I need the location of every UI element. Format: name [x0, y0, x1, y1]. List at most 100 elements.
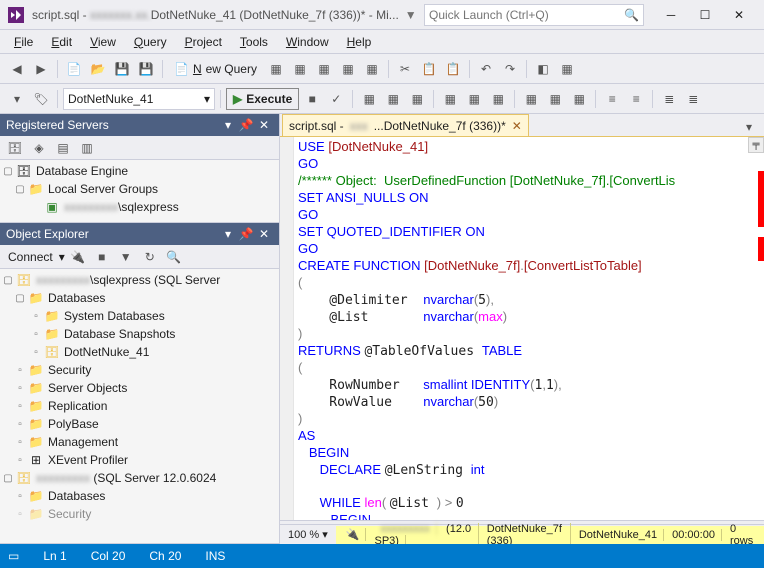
oe-filter-icon[interactable]: ▼ [115, 246, 137, 268]
title-bar: script.sql - xxxxxxx.xx.DotNetNuke_41 (D… [0, 0, 764, 30]
new-item-button[interactable]: 📄 [63, 58, 85, 80]
execute-button[interactable]: ▶Execute [226, 88, 299, 110]
minimize-button[interactable]: ─ [654, 3, 688, 27]
cut-button[interactable]: ✂ [394, 58, 416, 80]
conn-indicator-icon: 🔌 [340, 528, 367, 541]
menu-project[interactable]: Project [177, 33, 230, 51]
code-content[interactable]: USE [DotNetNuke_41] GO /****** Object: U… [294, 137, 764, 520]
tb-sql-g[interactable]: ▦ [520, 88, 542, 110]
comment-button[interactable]: ≣ [658, 88, 680, 110]
tb-sql-e[interactable]: ▦ [463, 88, 485, 110]
split-icon[interactable]: ╤ [748, 137, 764, 153]
oe-search-icon[interactable]: 🔍 [163, 246, 185, 268]
tb-sql-c[interactable]: ▦ [406, 88, 428, 110]
conn-user: DotNetNuke_7f (336) [481, 523, 571, 547]
redo-button[interactable]: ↷ [499, 58, 521, 80]
nav-back-button[interactable]: ◀ [6, 58, 28, 80]
copy-button[interactable]: 📋 [418, 58, 440, 80]
tab-close-icon[interactable]: ✕ [512, 119, 522, 133]
save-all-button[interactable]: 💾 [135, 58, 157, 80]
status-col: Col 20 [91, 549, 126, 563]
tb-sql-d[interactable]: ▦ [439, 88, 461, 110]
error-marker [758, 171, 764, 227]
menu-query[interactable]: Query [126, 33, 175, 51]
save-button[interactable]: 💾 [111, 58, 133, 80]
stop-button[interactable]: ■ [301, 88, 323, 110]
menu-tools[interactable]: Tools [232, 33, 276, 51]
document-tabstrip: script.sql - xxx...DotNetNuke_7f (336))*… [280, 114, 764, 136]
vs-icon [8, 7, 24, 23]
tb-sql-a[interactable]: ▦ [358, 88, 380, 110]
tab-overflow-icon[interactable]: ▾ [738, 116, 760, 138]
title-dropdown-icon[interactable]: ▼ [405, 8, 417, 22]
menu-view[interactable]: View [82, 33, 124, 51]
menu-bar: File Edit View Query Project Tools Windo… [0, 30, 764, 54]
quick-launch-input[interactable] [429, 8, 624, 22]
search-icon: 🔍 [624, 8, 639, 22]
status-ins: INS [205, 549, 225, 563]
pin-icon[interactable]: 📌 [237, 227, 255, 241]
menu-edit[interactable]: Edit [43, 33, 80, 51]
rs-db-icon[interactable]: 🗄 [4, 137, 26, 159]
close-button[interactable]: ✕ [722, 3, 756, 27]
object-explorer-tree[interactable]: ▢🗄xxxxxxxxx\sqlexpress (SQL Server ▢📁Dat… [0, 269, 279, 543]
outdent-button[interactable]: ≡ [625, 88, 647, 110]
new-query-button[interactable]: 📄 New Query [168, 58, 263, 80]
parse-button[interactable]: ✓ [325, 88, 347, 110]
registered-servers-tree[interactable]: ▢🗄Database Engine ▢📁Local Server Groups … [0, 160, 279, 222]
oe-disconnect-icon[interactable]: 🔌 [67, 246, 89, 268]
rs-cube-icon[interactable]: ◈ [28, 137, 50, 159]
sql-toolbar: ▾ 🏷 DotNetNuke_41▾ ▶Execute ■ ✓ ▦ ▦ ▦ ▦ … [0, 84, 764, 114]
undo-button[interactable]: ↶ [475, 58, 497, 80]
registered-servers-panel: Registered Servers ▾ 📌 ✕ 🗄 ◈ ▤ ▥ ▢🗄Datab… [0, 114, 279, 223]
menu-window[interactable]: Window [278, 33, 337, 51]
tb-sql1[interactable]: 🏷 [30, 88, 52, 110]
tb-icon-1[interactable]: ▦ [265, 58, 287, 80]
paste-button[interactable]: 📋 [442, 58, 464, 80]
document-tab[interactable]: script.sql - xxx...DotNetNuke_7f (336))*… [282, 114, 529, 136]
tb-icon-ext[interactable]: ◧ [532, 58, 554, 80]
panel-close-icon[interactable]: ✕ [255, 118, 273, 132]
error-marker [758, 237, 764, 261]
tb-icon-ext2[interactable]: ▦ [556, 58, 578, 80]
tb-sql-h[interactable]: ▦ [544, 88, 566, 110]
tb-icon-4[interactable]: ▦ [337, 58, 359, 80]
uncomment-button[interactable]: ≣ [682, 88, 704, 110]
panel-close-icon[interactable]: ✕ [255, 227, 273, 241]
panel-menu-icon[interactable]: ▾ [219, 118, 237, 132]
open-button[interactable]: 📂 [87, 58, 109, 80]
tb-sql-f[interactable]: ▦ [487, 88, 509, 110]
oe-refresh-icon[interactable]: ↻ [139, 246, 161, 268]
tb-sql-b[interactable]: ▦ [382, 88, 404, 110]
status-ch: Ch 20 [149, 549, 181, 563]
connect-button[interactable]: Connect [4, 250, 57, 264]
maximize-button[interactable]: ☐ [688, 3, 722, 27]
editor-area: script.sql - xxx...DotNetNuke_7f (336))*… [280, 114, 764, 544]
zoom-level[interactable]: 100 % ▾ [280, 528, 336, 541]
outline-margin [280, 137, 294, 520]
quick-launch[interactable]: 🔍 [424, 4, 644, 26]
nav-fwd-button[interactable]: ▶ [30, 58, 52, 80]
conn-elapsed: 00:00:00 [666, 529, 722, 541]
rs-report-icon[interactable]: ▤ [52, 137, 74, 159]
workspace: Registered Servers ▾ 📌 ✕ 🗄 ◈ ▤ ▥ ▢🗄Datab… [0, 114, 764, 544]
indent-button[interactable]: ≡ [601, 88, 623, 110]
tb-icon-5[interactable]: ▦ [361, 58, 383, 80]
menu-file[interactable]: File [6, 33, 41, 51]
actual-plan-button[interactable]: ▾ [6, 88, 28, 110]
object-explorer-title[interactable]: Object Explorer ▾ 📌 ✕ [0, 223, 279, 245]
oe-stop-icon[interactable]: ■ [91, 246, 113, 268]
status-output-icon[interactable]: ▭ [8, 549, 19, 563]
tb-icon-3[interactable]: ▦ [313, 58, 335, 80]
tb-icon-2[interactable]: ▦ [289, 58, 311, 80]
object-explorer-panel: Object Explorer ▾ 📌 ✕ Connect ▾ 🔌 ■ ▼ ↻ 🔍… [0, 223, 279, 544]
menu-help[interactable]: Help [339, 33, 380, 51]
database-combo[interactable]: DotNetNuke_41▾ [63, 88, 215, 110]
tb-sql-i[interactable]: ▦ [568, 88, 590, 110]
registered-servers-title[interactable]: Registered Servers ▾ 📌 ✕ [0, 114, 279, 136]
conn-server: xxxxxxxxx (12.0 SP3) [368, 523, 478, 547]
panel-menu-icon[interactable]: ▾ [219, 227, 237, 241]
pin-icon[interactable]: 📌 [237, 118, 255, 132]
code-editor[interactable]: USE [DotNetNuke_41] GO /****** Object: U… [280, 136, 764, 520]
rs-is-icon[interactable]: ▥ [76, 137, 98, 159]
